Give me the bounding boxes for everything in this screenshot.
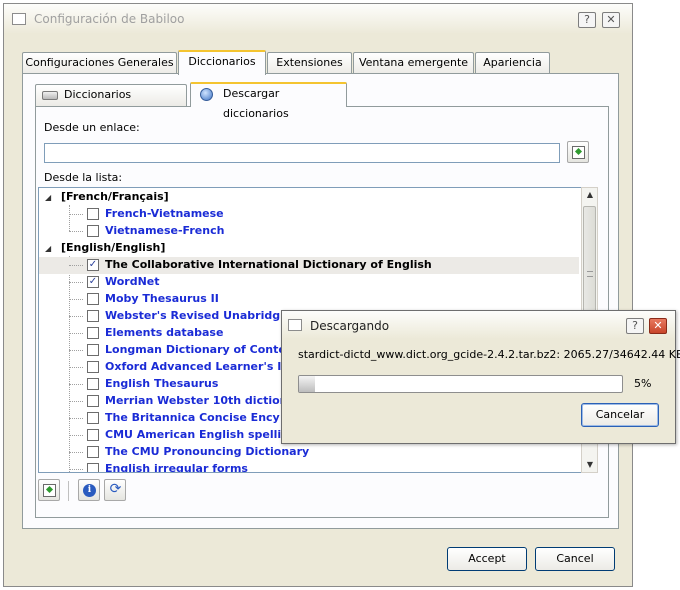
link-label: Desde un enlace: [44, 121, 140, 134]
install-icon [43, 484, 56, 497]
accept-button[interactable]: Accept [447, 547, 527, 571]
title-bar[interactable]: Configuración de Babiloo ? ✕ [4, 4, 632, 34]
dictionary-label: English irregular forms [105, 462, 248, 473]
download-progress-bar [298, 375, 623, 393]
dialog-help-button[interactable]: ? [626, 318, 644, 334]
scroll-down-icon[interactable]: ▼ [584, 460, 596, 469]
subtab-descargar-diccionarios[interactable]: Descargar diccionarios [190, 82, 347, 120]
close-button[interactable]: ✕ [602, 12, 620, 28]
dictionary-label: CMU American English spelli [105, 428, 282, 441]
checkbox[interactable] [87, 463, 99, 472]
progress-fill [299, 376, 316, 392]
install-button[interactable] [38, 479, 60, 501]
progress-percent: 5% [634, 377, 652, 390]
checkbox[interactable] [87, 412, 99, 424]
download-file-text: stardict-dictd_www.dict.org_gcide-2.4.2.… [298, 348, 680, 361]
dictionary-label: Moby Thesaurus II [105, 292, 219, 305]
subtab-label: Descargar diccionarios [223, 87, 289, 120]
checkbox[interactable] [87, 327, 99, 339]
dictionary-label: French-Vietnamese [105, 207, 224, 220]
group-label: [French/Français] [61, 190, 169, 203]
tab-ventana-emergente[interactable]: Ventana emergente [353, 52, 474, 74]
refresh-icon: ⟳ [109, 481, 122, 497]
globe-icon [200, 88, 213, 101]
info-icon: i [83, 484, 96, 497]
scroll-up-icon[interactable]: ▲ [584, 190, 596, 199]
list-label: Desde la lista: [44, 171, 123, 184]
dictionary-label: Elements database [105, 326, 224, 339]
checkbox[interactable] [87, 378, 99, 390]
dictionary-label: Vietnamese-French [105, 224, 225, 237]
dictionary-label: The CMU Pronouncing Dictionary [105, 445, 310, 458]
dictionary-label: WordNet [105, 275, 160, 288]
list-item[interactable]: English irregular forms [39, 461, 579, 473]
dictionary-label: Longman Dictionary of Conte [105, 343, 286, 356]
drive-icon [42, 91, 58, 100]
tree-group-english[interactable]: ◢ [English/English] [39, 240, 579, 257]
subtab-diccionarios-instalados[interactable]: Diccionarios instalados [35, 84, 187, 121]
list-item[interactable]: The CMU Pronouncing Dictionary [39, 444, 579, 461]
dialog-title-bar[interactable]: Descargando ? ✕ [282, 311, 675, 339]
list-item[interactable]: French-Vietnamese [39, 206, 579, 223]
refresh-button[interactable]: ⟳ [104, 479, 126, 501]
dictionary-label: The Britannica Concise Ency [105, 411, 280, 424]
list-item[interactable]: Vietnamese-French [39, 223, 579, 240]
window-icon [288, 319, 302, 331]
tab-extensiones[interactable]: Extensiones [267, 52, 352, 74]
checkbox[interactable] [87, 361, 99, 373]
dialog-title: Descargando [310, 319, 390, 333]
dictionary-label: Merrian Webster 10th diction [105, 394, 288, 407]
dictionary-label: The Collaborative International Dictiona… [105, 258, 432, 271]
window-title: Configuración de Babiloo [34, 12, 185, 26]
tab-apariencia[interactable]: Apariencia [475, 52, 550, 74]
tree-group-french[interactable]: ◢ [French/Français] [39, 189, 579, 206]
dictionary-label: Webster's Revised Unabridg [105, 309, 281, 322]
info-button[interactable]: i [78, 479, 100, 501]
cancel-download-button[interactable]: Cancelar [581, 403, 659, 427]
download-dialog: Descargando ? ✕ stardict-dictd_www.dict.… [281, 310, 680, 444]
checkbox[interactable] [87, 395, 99, 407]
tab-configuraciones-generales[interactable]: Configuraciones Generales [22, 52, 177, 74]
list-item[interactable]: Moby Thesaurus II [39, 291, 579, 308]
expand-arrow-icon[interactable]: ◢ [45, 244, 51, 253]
checkbox[interactable] [87, 344, 99, 356]
install-icon [572, 146, 585, 159]
window-icon [12, 13, 26, 25]
add-from-link-button[interactable] [567, 141, 589, 163]
help-button[interactable]: ? [578, 12, 596, 28]
checkbox[interactable]: ✓ [87, 276, 99, 288]
checkbox[interactable] [87, 429, 99, 441]
tab-diccionarios[interactable]: Diccionarios [178, 50, 266, 75]
dictionary-label: English Thesaurus [105, 377, 219, 390]
group-label: [English/English] [61, 241, 166, 254]
checkbox[interactable] [87, 293, 99, 305]
config-window: Configuración de Babiloo ? ✕ Configuraci… [3, 3, 633, 587]
diccionarios-panel: Diccionarios instalados Descargar diccio… [22, 73, 619, 529]
list-item[interactable]: ✓ The Collaborative International Diction… [39, 257, 579, 274]
checkbox[interactable] [87, 208, 99, 220]
toolbar-divider [68, 481, 69, 501]
link-input[interactable] [44, 143, 560, 163]
checkbox[interactable] [87, 310, 99, 322]
checkbox[interactable]: ✓ [87, 259, 99, 271]
checkbox[interactable] [87, 225, 99, 237]
dictionary-label: Oxford Advanced Learner's I [105, 360, 282, 373]
list-item[interactable]: ✓ WordNet [39, 274, 579, 291]
expand-arrow-icon[interactable]: ◢ [45, 193, 51, 202]
checkbox[interactable] [87, 446, 99, 458]
dialog-close-button[interactable]: ✕ [649, 318, 667, 334]
cancel-button[interactable]: Cancel [535, 547, 615, 571]
tree-toolbar: i ⟳ [38, 479, 158, 505]
